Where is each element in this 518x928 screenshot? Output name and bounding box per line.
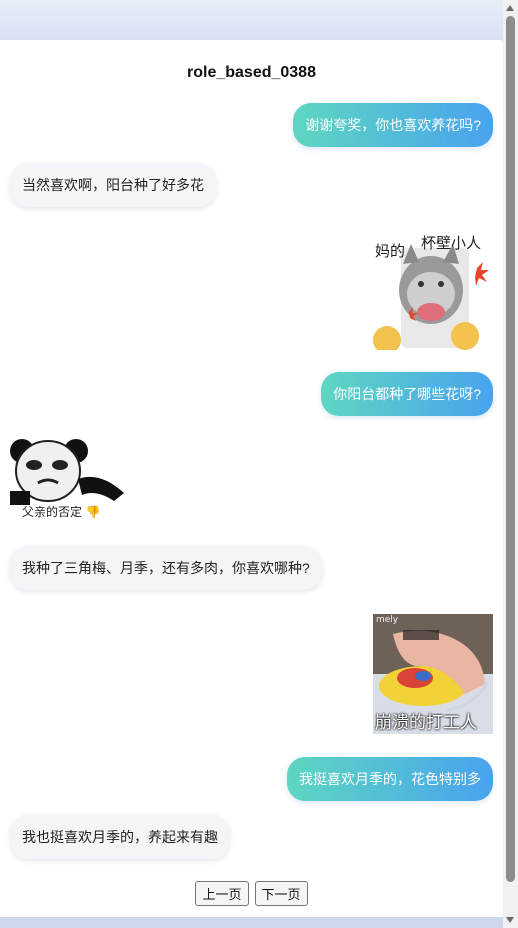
sticker-caption-left: 妈的 [375, 242, 406, 260]
next-page-button[interactable]: 下一页 [254, 881, 308, 906]
message-bubble-right: 你阳台都种了哪些花呀? [321, 372, 493, 416]
page-title: role_based_0388 [187, 64, 316, 81]
message-bubble-left: 我也挺喜欢月季的，养起来有趣 [10, 815, 230, 859]
footer-band [0, 916, 518, 928]
vertical-scrollbar[interactable] [503, 0, 518, 928]
prev-page-button[interactable]: 上一页 [195, 881, 249, 906]
sticker-caption-right: 杯壁小人 [421, 234, 482, 252]
worker-sticker: mely 崩溃的打工人 [373, 614, 493, 734]
scroll-thumb[interactable] [506, 16, 515, 882]
sticker-caption: 崩溃的打工人 [375, 713, 477, 733]
cat-cup-sticker: 妈的 杯壁小人 [373, 228, 493, 350]
pagination: 上一页 下一页 [0, 881, 503, 906]
message-bubble-left: 当然喜欢啊，阳台种了好多花 [10, 163, 216, 207]
sticker-watermark: mely [376, 615, 399, 625]
panda-sticker: 父亲的否定 👎 [10, 439, 128, 523]
message-bubble-right: 谢谢夸奖，你也喜欢养花吗? [293, 103, 493, 147]
message-bubble-left: 我种了三角梅、月季，还有多肉，你喜欢哪种? [10, 546, 322, 590]
chat-panel: role_based_0388 谢谢夸奖，你也喜欢养花吗? 当然喜欢啊，阳台种了… [0, 40, 503, 917]
scroll-down-arrow-icon[interactable] [506, 917, 514, 923]
message-bubble-right: 我挺喜欢月季的，花色特别多 [287, 757, 493, 801]
scroll-up-arrow-icon[interactable] [506, 5, 514, 11]
sticker-caption: 父亲的否定 👎 [22, 505, 101, 519]
header-band [0, 0, 518, 40]
